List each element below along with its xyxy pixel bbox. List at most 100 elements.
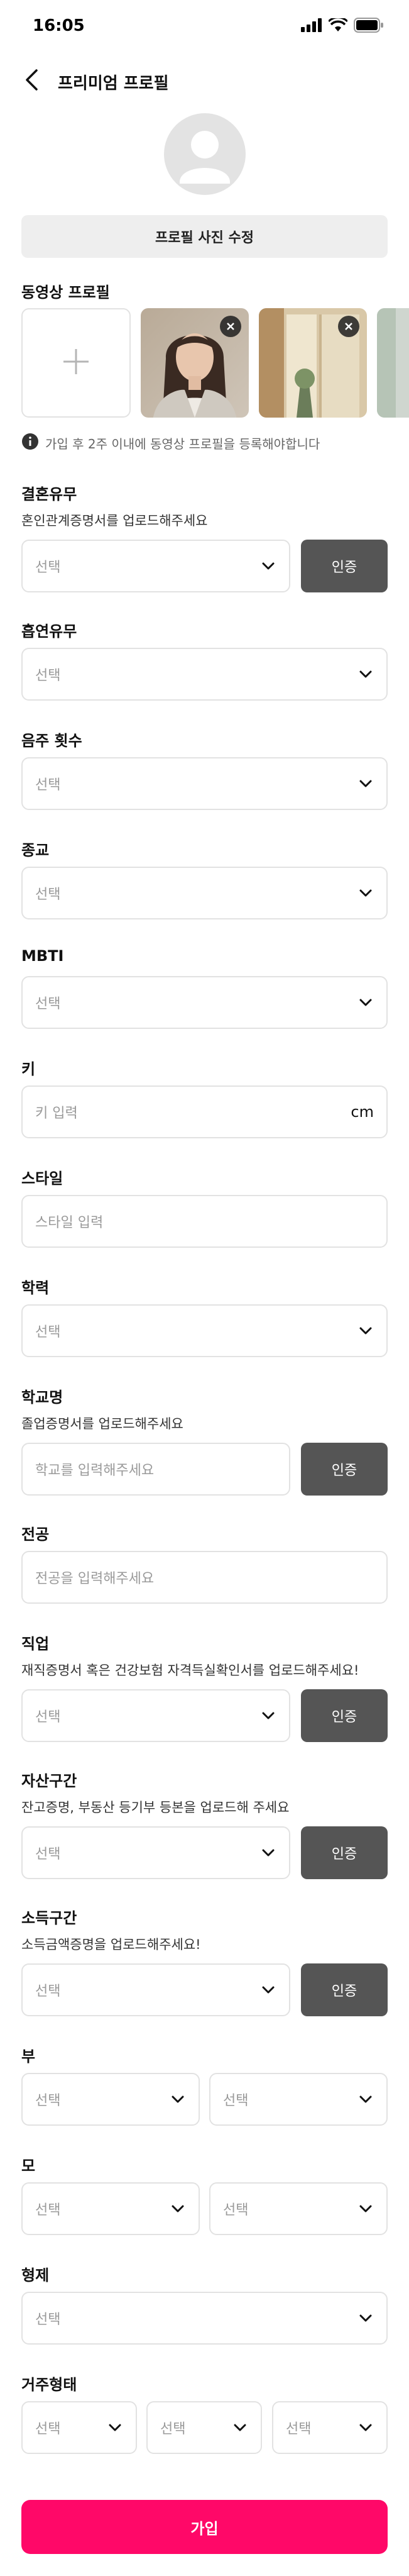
chevron-down-icon — [170, 2091, 186, 2107]
education-label: 학력 — [21, 1279, 50, 1297]
battery-icon — [354, 18, 384, 35]
assets-label: 자산구간 — [21, 1772, 77, 1790]
drinking-label: 음주 횟수 — [21, 732, 82, 750]
marriage-select[interactable]: 선택 — [21, 540, 290, 592]
page-title: 프리미엄 프로필 — [58, 74, 169, 93]
school-input[interactable]: 학교를 입력해주세요 — [21, 1443, 290, 1496]
video-notice: 가입 후 2주 이내에 동영상 프로필을 등록해야합니다 — [21, 433, 320, 453]
marriage-cert-button[interactable]: 인증 — [301, 540, 388, 592]
residence-label: 거주형태 — [21, 2376, 77, 2394]
major-input[interactable]: 전공을 입력해주세요 — [21, 1551, 388, 1604]
nav-bar: 프리미엄 프로필 — [0, 53, 409, 109]
father-select-1[interactable]: 선택 — [21, 2073, 200, 2126]
residence-select-3[interactable]: 선택 — [272, 2401, 388, 2454]
video-thumbnail-image — [377, 308, 409, 418]
income-hint: 소득금액증명을 업로드해주세요! — [21, 1937, 201, 1952]
assets-select[interactable]: 선택 — [21, 1826, 290, 1879]
height-input-placeholder: 키 입력 — [35, 1106, 78, 1121]
mbti-select-value: 선택 — [35, 996, 61, 1012]
person-icon — [180, 131, 230, 184]
video-notice-text: 가입 후 2주 이내에 동영상 프로필을 등록해야합니다 — [45, 436, 320, 452]
father-label: 부 — [21, 2048, 36, 2065]
info-icon — [21, 433, 39, 453]
assets-select-value: 선택 — [35, 1846, 61, 1862]
chevron-down-icon — [232, 2419, 248, 2436]
chevron-down-icon — [357, 775, 374, 792]
income-select-value: 선택 — [35, 1984, 61, 1999]
plus-icon — [62, 347, 90, 379]
status-bar: 16:05 — [0, 0, 409, 53]
chevron-down-icon — [357, 2201, 374, 2217]
mother-label: 모 — [21, 2157, 36, 2175]
chevron-down-icon — [357, 1323, 374, 1339]
job-select-value: 선택 — [35, 1709, 61, 1725]
chevron-down-icon — [107, 2419, 123, 2436]
back-button[interactable] — [18, 67, 46, 96]
school-cert-button[interactable]: 인증 — [301, 1443, 388, 1496]
style-input-placeholder: 스타일 입력 — [35, 1215, 104, 1231]
mother-select-2-value: 선택 — [223, 2202, 249, 2218]
chevron-down-icon — [170, 2201, 186, 2217]
photo-edit-button[interactable]: 프로필 사진 수정 — [21, 215, 388, 258]
mbti-select[interactable]: 선택 — [21, 976, 388, 1029]
job-cert-button[interactable]: 인증 — [301, 1689, 388, 1742]
video-profile-label: 동영상 프로필 — [21, 284, 110, 301]
school-hint: 졸업증명서를 업로드해주세요 — [21, 1416, 183, 1431]
chevron-down-icon — [260, 1707, 276, 1724]
job-select[interactable]: 선택 — [21, 1689, 290, 1742]
height-input[interactable]: 키 입력 cm — [21, 1085, 388, 1138]
chevron-down-icon — [357, 994, 374, 1011]
father-select-1-value: 선택 — [35, 2093, 61, 2109]
chevron-down-icon — [357, 666, 374, 682]
father-select-2[interactable]: 선택 — [209, 2073, 388, 2126]
income-select[interactable]: 선택 — [21, 1963, 290, 2016]
chevron-down-icon — [260, 558, 276, 574]
smoking-select[interactable]: 선택 — [21, 648, 388, 701]
style-input[interactable]: 스타일 입력 — [21, 1195, 388, 1248]
chevron-down-icon — [357, 2091, 374, 2107]
mother-select-1[interactable]: 선택 — [21, 2182, 200, 2235]
video-thumbnail[interactable] — [259, 308, 367, 418]
drinking-select-value: 선택 — [35, 777, 61, 793]
residence-select-2[interactable]: 선택 — [146, 2401, 262, 2454]
video-thumbnail[interactable] — [377, 308, 409, 418]
status-time: 16:05 — [33, 16, 85, 35]
chevron-down-icon — [357, 2419, 374, 2436]
remove-video-button[interactable] — [338, 316, 359, 337]
siblings-label: 형제 — [21, 2267, 50, 2284]
siblings-select[interactable]: 선택 — [21, 2292, 388, 2345]
assets-cert-button[interactable]: 인증 — [301, 1826, 388, 1879]
remove-video-button[interactable] — [220, 316, 241, 337]
avatar[interactable] — [164, 113, 246, 195]
video-thumbnail[interactable] — [141, 308, 249, 418]
religion-select[interactable]: 선택 — [21, 867, 388, 919]
residence-select-1[interactable]: 선택 — [21, 2401, 137, 2454]
residence-select-2-value: 선택 — [160, 2421, 186, 2437]
drinking-select[interactable]: 선택 — [21, 757, 388, 810]
education-select-value: 선택 — [35, 1324, 61, 1340]
mother-select-1-value: 선택 — [35, 2202, 61, 2218]
video-profile-list — [21, 308, 409, 419]
smoking-label: 흡연유무 — [21, 623, 77, 640]
major-label: 전공 — [21, 1526, 50, 1543]
marriage-hint: 혼인관계증명서를 업로드해주세요 — [21, 513, 208, 528]
income-label: 소득구간 — [21, 1909, 77, 1927]
father-select-2-value: 선택 — [223, 2093, 249, 2109]
chevron-down-icon — [357, 885, 374, 901]
join-button[interactable]: 가입 — [21, 2500, 388, 2554]
marriage-select-value: 선택 — [35, 560, 61, 575]
close-icon — [345, 323, 352, 330]
smoking-select-value: 선택 — [35, 668, 61, 684]
siblings-select-value: 선택 — [35, 2312, 61, 2328]
add-video-button[interactable] — [21, 308, 131, 418]
school-input-placeholder: 학교를 입력해주세요 — [35, 1463, 155, 1479]
mother-select-2[interactable]: 선택 — [209, 2182, 388, 2235]
education-select[interactable]: 선택 — [21, 1304, 388, 1357]
status-icons — [301, 16, 384, 35]
wifi-icon — [327, 16, 349, 35]
residence-select-1-value: 선택 — [35, 2421, 61, 2437]
income-cert-button[interactable]: 인증 — [301, 1963, 388, 2016]
residence-select-3-value: 선택 — [286, 2421, 312, 2437]
style-label: 스타일 — [21, 1170, 63, 1187]
close-icon — [227, 323, 234, 330]
